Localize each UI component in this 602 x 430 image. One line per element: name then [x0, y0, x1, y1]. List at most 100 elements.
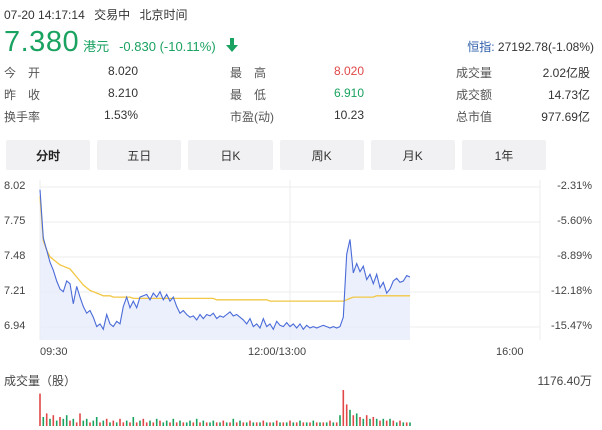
- tab-label: 周K: [311, 148, 332, 163]
- volume-bar: [42, 417, 45, 426]
- volume-bar: [155, 418, 158, 426]
- volume-bar: [265, 422, 268, 426]
- stat-market-cap: 总市值 977.69亿: [456, 108, 590, 125]
- index-label: 恒指:: [467, 40, 495, 54]
- volume-bar: [175, 422, 178, 426]
- volume-bar: [299, 420, 301, 426]
- intraday-price-chart[interactable]: [0, 180, 602, 346]
- volume-bar: [272, 422, 275, 426]
- volume-bar: [75, 422, 78, 426]
- volume-bar: [259, 422, 261, 426]
- volume-bar: [409, 422, 411, 426]
- volume-bar: [279, 422, 281, 426]
- volume-bar: [199, 422, 201, 426]
- volume-bar: [289, 420, 291, 426]
- price-change: -0.830 (-10.11%): [119, 39, 216, 54]
- volume-bar: [65, 415, 68, 426]
- volume-bar: [159, 420, 161, 426]
- volume-bar: [325, 422, 328, 426]
- stat-label: 最 高: [230, 66, 267, 80]
- stat-value: 2.02亿股: [542, 66, 590, 80]
- tab-weekly-k[interactable]: 周K: [279, 140, 364, 170]
- volume-bar: [372, 417, 375, 426]
- volume-bar: [49, 418, 51, 426]
- volume-bar: [295, 422, 298, 426]
- volume-bar: [385, 420, 388, 426]
- volume-bar: [395, 422, 398, 426]
- volume-bar: [62, 418, 65, 426]
- tab-monthly-k[interactable]: 月K: [370, 140, 455, 170]
- stat-volume: 成交量 2.02亿股: [456, 64, 590, 81]
- volume-bar: [352, 415, 355, 426]
- tab-label: 日K: [220, 148, 241, 163]
- trading-status-bar: 07-20 14:17:14 交易中 北京时间: [4, 6, 193, 23]
- volume-bar: [319, 422, 321, 426]
- price-row: 7.380 港元 -0.830 (-10.11%): [4, 26, 240, 60]
- volume-bar: [275, 420, 278, 426]
- volume-bar: [182, 422, 185, 426]
- hsi-index[interactable]: 恒指: 27192.78(-1.08%): [467, 38, 594, 55]
- volume-bar: [342, 390, 345, 426]
- stat-turnover-rate: 换手率 1.53%: [4, 108, 138, 125]
- volume-bar: [309, 422, 311, 426]
- stat-high: 最 高 8.020: [230, 64, 364, 81]
- volume-bar: [322, 422, 325, 426]
- volume-bar: [242, 422, 245, 426]
- volume-bar: [135, 422, 138, 426]
- volume-bar: [122, 422, 125, 426]
- volume-bar: [145, 422, 148, 426]
- volume-bar: [305, 422, 308, 426]
- stat-value: 1.53%: [103, 108, 138, 122]
- stat-value: 977.69亿: [541, 110, 590, 124]
- volume-bar: [345, 404, 348, 426]
- volume-bar: [315, 422, 318, 426]
- tab-label: 五日: [127, 148, 152, 163]
- volume-bar: [205, 422, 208, 426]
- stat-label: 昨 收: [4, 88, 41, 102]
- x-tick: 12:00/13:00: [248, 346, 307, 358]
- stat-pe: 市盈(动) 10.23: [230, 108, 364, 125]
- volume-bar: [355, 413, 358, 426]
- volume-chart[interactable]: [0, 388, 602, 428]
- volume-bar: [179, 420, 181, 426]
- stat-low: 最 低 6.910: [230, 86, 364, 103]
- quote-datetime: 07-20 14:17:14: [4, 8, 85, 22]
- volume-bar: [232, 418, 235, 426]
- volume-bar: [112, 420, 115, 426]
- volume-bar: [225, 422, 228, 426]
- stat-value: 8.020: [107, 64, 138, 78]
- volume-bar: [302, 422, 305, 426]
- volume-bar: [95, 417, 98, 426]
- volume-bar: [405, 422, 408, 426]
- volume-bar: [115, 422, 118, 426]
- volume-bar: [222, 420, 225, 426]
- tab-one-year[interactable]: 1年: [461, 140, 547, 170]
- index-value: 27192.78(-1.08%): [497, 40, 594, 54]
- arrow-down-icon: [224, 37, 240, 53]
- volume-bar: [269, 422, 271, 426]
- volume-bar: [69, 420, 71, 426]
- volume-bar: [119, 418, 121, 426]
- tab-label: 月K: [402, 148, 423, 163]
- tab-five-day[interactable]: 五日: [97, 140, 182, 170]
- volume-bar: [39, 393, 41, 426]
- volume-bar: [209, 422, 211, 426]
- volume-bar: [219, 422, 221, 426]
- volume-bar: [252, 422, 255, 426]
- volume-bar: [389, 418, 391, 426]
- volume-bar: [365, 415, 368, 426]
- stat-value: 8.020: [333, 64, 364, 78]
- volume-bar: [45, 413, 48, 426]
- tab-intraday[interactable]: 分时: [6, 140, 91, 170]
- stat-open: 今 开 8.020: [4, 64, 138, 81]
- volume-bar: [99, 422, 101, 426]
- volume-bar: [72, 418, 75, 426]
- volume-bar: [109, 422, 111, 426]
- stat-label: 最 低: [230, 88, 267, 102]
- tab-daily-k[interactable]: 日K: [188, 140, 273, 170]
- volume-bar: [195, 418, 198, 426]
- volume-bar: [192, 422, 195, 426]
- volume-bar: [212, 420, 215, 426]
- volume-bar: [239, 420, 241, 426]
- tab-label: 分时: [36, 148, 61, 163]
